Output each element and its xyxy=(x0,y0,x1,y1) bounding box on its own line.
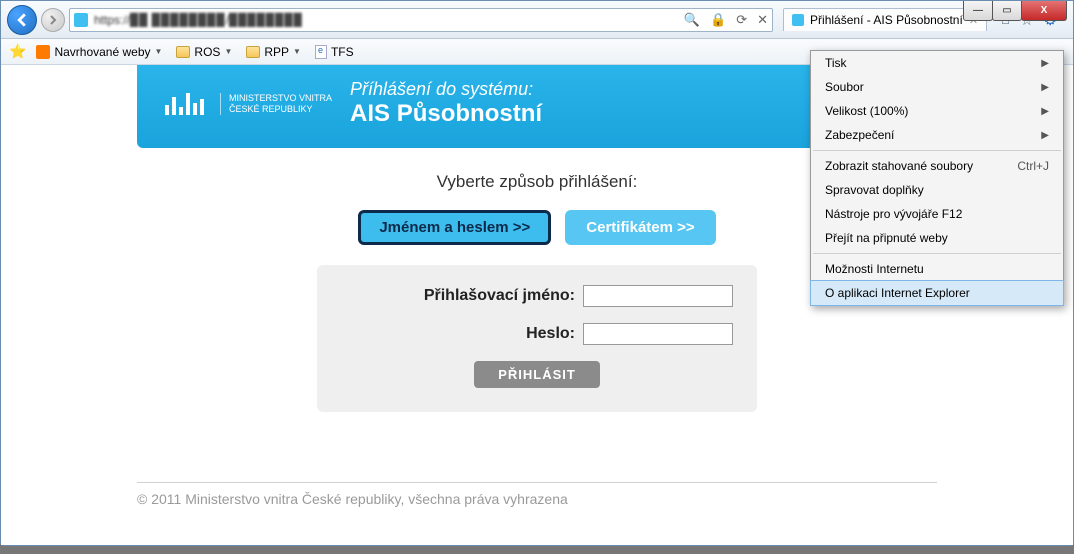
submenu-arrow-icon: ▶ xyxy=(1041,82,1049,93)
username-input[interactable] xyxy=(583,285,733,307)
chevron-down-icon: ▼ xyxy=(224,47,232,56)
submenu-arrow-icon: ▶ xyxy=(1041,130,1049,141)
ministry-name: MINISTERSTVO VNITRA ČESKÉ REPUBLIKY xyxy=(220,93,332,115)
login-certificate-button[interactable]: Certifikátem >> xyxy=(565,210,715,245)
submenu-arrow-icon: ▶ xyxy=(1041,106,1049,117)
page-icon xyxy=(315,45,327,59)
menu-security[interactable]: Zabezpečení▶ xyxy=(811,123,1063,147)
login-userpass-button[interactable]: Jménem a heslem >> xyxy=(358,210,551,245)
lock-icon: 🔒 xyxy=(710,12,726,28)
menu-zoom[interactable]: Velikost (100%)▶ xyxy=(811,99,1063,123)
back-button[interactable] xyxy=(7,5,37,35)
add-favorite-icon[interactable]: ⭐ xyxy=(9,43,26,60)
minimize-button[interactable]: — xyxy=(963,1,993,21)
fav-tfs[interactable]: TFS xyxy=(311,43,358,61)
login-submit-button[interactable]: PŘIHLÁSIT xyxy=(474,361,600,388)
site-icon xyxy=(74,13,88,27)
banner-title: Příhlášení do systému: AIS Působnostní xyxy=(350,79,542,128)
chevron-down-icon: ▼ xyxy=(293,47,301,56)
navigation-bar: https://▉▉ ▉▉▉▉▉▉▉▉/▉▉▉▉▉▉▉▉ 🔍 🔒 ⟳ ✕ Při… xyxy=(1,1,1073,39)
username-label: Přihlašovací jméno: xyxy=(424,287,575,305)
menu-downloads[interactable]: Zobrazit stahované souboryCtrl+J xyxy=(811,154,1063,178)
submenu-arrow-icon: ▶ xyxy=(1041,58,1049,69)
menu-separator xyxy=(813,253,1061,254)
address-actions: 🔍 🔒 ⟳ ✕ xyxy=(684,12,768,28)
tab-favicon xyxy=(792,14,804,26)
password-label: Heslo: xyxy=(526,325,575,343)
fav-label: Navrhované weby xyxy=(54,45,150,59)
stop-icon[interactable]: ✕ xyxy=(757,12,768,28)
window-controls: — ▭ X xyxy=(964,1,1067,21)
maximize-button[interactable]: ▭ xyxy=(992,1,1022,21)
fav-suggested-sites[interactable]: Navrhované weby ▼ xyxy=(32,43,166,61)
menu-about-ie[interactable]: O aplikaci Internet Explorer xyxy=(810,280,1064,306)
search-icon[interactable]: 🔍 xyxy=(684,12,700,28)
close-window-button[interactable]: X xyxy=(1021,1,1067,21)
shortcut-label: Ctrl+J xyxy=(1017,159,1049,173)
menu-devtools[interactable]: Nástroje pro vývojáře F12 xyxy=(811,202,1063,226)
menu-pinned-sites[interactable]: Přejít na připnuté weby xyxy=(811,226,1063,250)
page-footer: © 2011 Ministerstvo vnitra České republi… xyxy=(137,482,937,507)
folder-icon xyxy=(176,46,190,58)
chevron-down-icon: ▼ xyxy=(155,47,163,56)
fav-rpp[interactable]: RPP ▼ xyxy=(242,43,305,61)
menu-internet-options[interactable]: Možnosti Internetu xyxy=(811,257,1063,281)
password-input[interactable] xyxy=(583,323,733,345)
login-form: Přihlašovací jméno: Heslo: PŘIHLÁSIT xyxy=(317,265,757,412)
refresh-icon[interactable]: ⟳ xyxy=(736,12,747,28)
fav-label: RPP xyxy=(264,45,289,59)
shield-icon xyxy=(36,45,50,59)
folder-icon xyxy=(246,46,260,58)
browser-tab[interactable]: Přihlášení - AIS Působnostní ✕ xyxy=(783,8,987,31)
address-bar[interactable]: https://▉▉ ▉▉▉▉▉▉▉▉/▉▉▉▉▉▉▉▉ 🔍 🔒 ⟳ ✕ xyxy=(69,8,773,32)
forward-button[interactable] xyxy=(41,8,65,32)
fav-label: TFS xyxy=(331,45,354,59)
fav-label: ROS xyxy=(194,45,220,59)
menu-addons[interactable]: Spravovat doplňky xyxy=(811,178,1063,202)
tab-title: Přihlášení - AIS Působnostní xyxy=(810,13,963,27)
menu-separator xyxy=(813,150,1061,151)
tab-strip: Přihlášení - AIS Působnostní ✕ xyxy=(783,8,987,31)
settings-menu: Tisk▶ Soubor▶ Velikost (100%)▶ Zabezpeče… xyxy=(810,50,1064,306)
fav-ros[interactable]: ROS ▼ xyxy=(172,43,236,61)
address-text: https://▉▉ ▉▉▉▉▉▉▉▉/▉▉▉▉▉▉▉▉ xyxy=(94,13,303,27)
ministry-logo-icon xyxy=(165,93,206,115)
menu-print[interactable]: Tisk▶ xyxy=(811,51,1063,75)
menu-file[interactable]: Soubor▶ xyxy=(811,75,1063,99)
